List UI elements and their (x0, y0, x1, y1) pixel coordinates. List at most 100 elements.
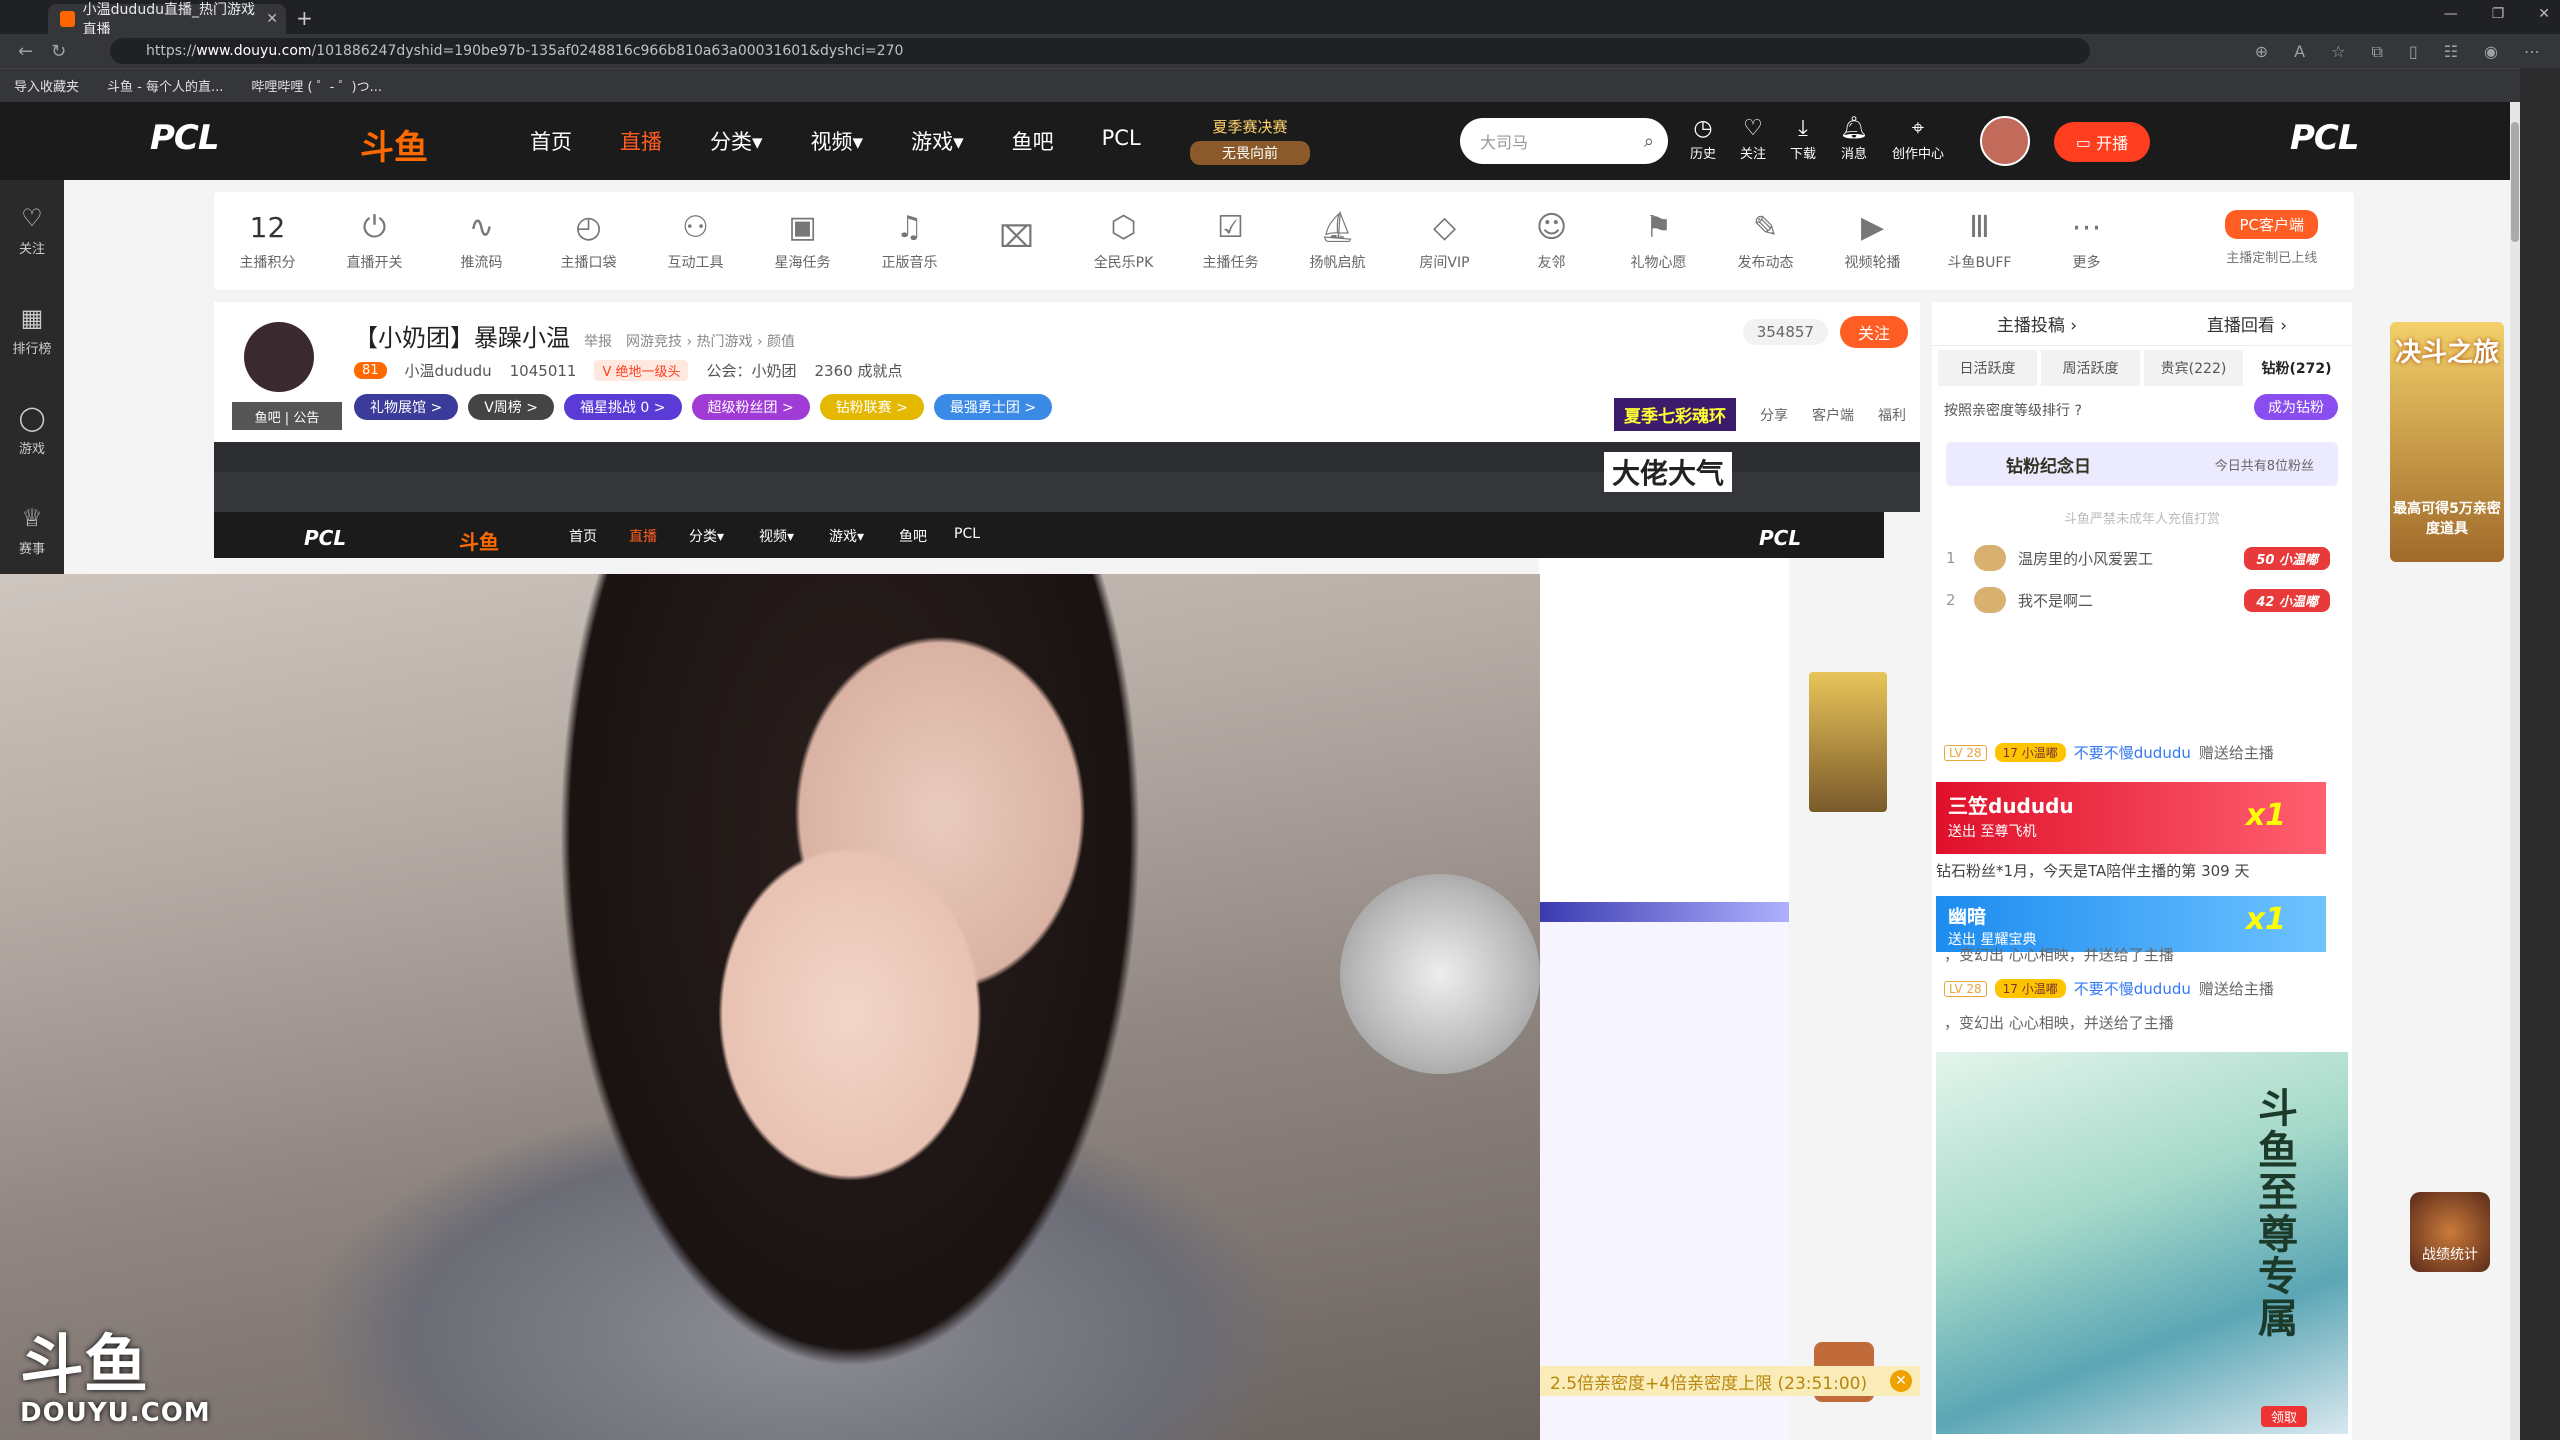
claim-button[interactable]: 领取 (2261, 1406, 2308, 1427)
zoom-icon[interactable]: ⊕ (2255, 42, 2268, 62)
pcl-logo-right[interactable]: PCL (2290, 118, 2360, 158)
url-field[interactable]: https://www.douyu.com/101886247dyshid=19… (110, 38, 2090, 64)
client-button[interactable]: 客户端 (1812, 405, 1854, 425)
tab-anchor-posts[interactable]: 主播投稿 › (1997, 311, 2077, 336)
nav-home[interactable]: 首页 (530, 126, 572, 156)
tool-video-loop[interactable]: ▶ 视频轮播 (1819, 192, 1926, 290)
badge-gift-hall[interactable]: 礼物展馆 > (354, 394, 459, 420)
tool-more[interactable]: ⋯ 更多 (2033, 192, 2140, 290)
sidebar-item-events[interactable]: ♕ 赛事 (0, 480, 64, 580)
tab-close-icon[interactable]: ✕ (266, 11, 278, 27)
seven-color-banner[interactable]: 夏季七彩魂环 (1614, 398, 1736, 431)
bookmark-bilibili[interactable]: 哔哩哔哩 ( ゜- ゜)つ... (251, 76, 382, 95)
nav-yuba[interactable]: 鱼吧 (1012, 126, 1054, 156)
restore-icon[interactable]: ❐ (2492, 6, 2505, 22)
read-aloud-icon[interactable]: A (2294, 42, 2305, 62)
browser-tab[interactable]: 小温dududu直播_热门游戏直播 ✕ (48, 2, 286, 38)
subtab-daily[interactable]: 日活跃度 (1938, 350, 2037, 386)
share-button[interactable]: 分享 (1760, 405, 1788, 425)
reload-icon[interactable]: ↻ (51, 41, 66, 62)
tool-gift[interactable]: ⌧ (963, 192, 1070, 290)
nav-category[interactable]: 分类▾ (710, 126, 763, 156)
anchor-avatar[interactable] (244, 322, 314, 392)
badge-super-fans[interactable]: 超级粉丝团 > (691, 394, 810, 420)
minimize-icon[interactable]: — (2444, 6, 2458, 22)
welfare-button[interactable]: 福利 (1878, 405, 1906, 425)
tool-neighbor[interactable]: ☺ 友邻 (1498, 192, 1605, 290)
user-avatar[interactable] (1980, 116, 2030, 166)
room-category[interactable]: 网游竞技 › 热门游戏 › 颜值 (626, 334, 795, 350)
search-icon[interactable]: ⌕ (1644, 131, 1654, 152)
promo-banner[interactable]: 斗鱼至尊专属 领取 (1936, 1052, 2348, 1434)
collections-icon[interactable]: ☷ (2444, 42, 2458, 62)
nav-video[interactable]: 视频▾ (811, 126, 864, 156)
extensions-icon[interactable]: ⧉ (2371, 42, 2382, 62)
tool-vip[interactable]: ◇ 房间VIP (1391, 192, 1498, 290)
badge-v-week[interactable]: V周榜 > (468, 394, 554, 420)
tool-sail[interactable]: ⛵︎ 扬帆启航 (1284, 192, 1391, 290)
pcl-logo-left[interactable]: PCL (150, 118, 220, 158)
subtab-weekly[interactable]: 周活跃度 (2041, 350, 2140, 386)
duel-journey-banner[interactable]: 决斗之旅 最高可得5万亲密度道具 (2390, 322, 2504, 562)
tool-score[interactable]: 12 主播积分 (214, 192, 321, 290)
subtab-diamond[interactable]: 钻粉(272) (2247, 350, 2346, 386)
tool-pocket[interactable]: ◴ 主播口袋 (535, 192, 642, 290)
favorite-star-icon[interactable]: ☆ (2331, 42, 2345, 62)
chat-nick[interactable]: 不要不慢dududu (2074, 742, 2191, 763)
fish-bar-tag[interactable]: 鱼吧 | 公告 (232, 402, 342, 430)
tool-star-task[interactable]: ▣ 星海任务 (749, 192, 856, 290)
douyu-logo[interactable]: 斗鱼 (360, 120, 428, 169)
diamond-anniversary[interactable]: 钻粉纪念日 今日共有8位粉丝 (1946, 442, 2338, 486)
badge-lucky-challenge[interactable]: 福星挑战 0 > (563, 394, 682, 420)
badge-brave-group[interactable]: 最强勇士团 > (933, 394, 1053, 420)
follow-list-button[interactable]: ♡ 关注 (1740, 116, 1766, 162)
start-broadcast-button[interactable]: ▭ 开播 (2054, 122, 2150, 162)
tool-interact[interactable]: ⚇ 互动工具 (642, 192, 749, 290)
back-icon[interactable]: ← (18, 41, 33, 62)
subtab-vip[interactable]: 贵宾(222) (2144, 350, 2243, 386)
tool-live-switch[interactable]: ⏻ 直播开关 (321, 192, 428, 290)
tool-stream-key[interactable]: ∿ 推流码 (428, 192, 535, 290)
rank-row[interactable]: 2 我不是啊二 42 小温嘟 (1946, 582, 2338, 618)
tool-music[interactable]: ♫ 正版音乐 (856, 192, 963, 290)
tool-post[interactable]: ✎ 发布动态 (1712, 192, 1819, 290)
sidebar-item-follow[interactable]: ♡ 关注 (0, 180, 64, 280)
search-input[interactable]: 大司马 ⌕ (1460, 118, 1668, 164)
profile-icon[interactable]: ◉ (2484, 42, 2498, 62)
report-link[interactable]: 举报 (584, 334, 612, 350)
tab-replay[interactable]: 直播回看 › (2207, 311, 2287, 336)
sidebar-item-game[interactable]: ◯ 游戏 (0, 380, 64, 480)
scroll-thumb[interactable] (2511, 122, 2519, 242)
sidebar-item-rank[interactable]: ▦ 排行榜 (0, 280, 64, 380)
become-diamond-button[interactable]: 成为钻粉 (2254, 394, 2338, 420)
page-scrollbar[interactable] (2510, 102, 2520, 1440)
bookmark-douyu[interactable]: 斗鱼 - 每个人的直... (107, 76, 223, 95)
creator-center-button[interactable]: ⌖ 创作中心 (1892, 116, 1944, 162)
chat-nick[interactable]: 不要不慢dududu (2074, 978, 2191, 999)
split-icon[interactable]: ▯ (2409, 42, 2418, 62)
pc-client[interactable]: PC客户端 主播定制已上线 (2225, 210, 2318, 266)
vip-tag[interactable]: V 绝地一级头 (594, 360, 689, 381)
nav-live[interactable]: 直播 (620, 126, 662, 156)
tool-wish[interactable]: ⚑ 礼物心愿 (1605, 192, 1712, 290)
tool-pk[interactable]: ⬡ 全民乐PK (1070, 192, 1177, 290)
guild-label[interactable]: 公会：小奶团 (706, 360, 796, 381)
tool-anchor-task[interactable]: ☑ 主播任务 (1177, 192, 1284, 290)
pc-client-button[interactable]: PC客户端 (2225, 210, 2318, 239)
anchor-name[interactable]: 小温dududu (405, 360, 492, 381)
tool-buff[interactable]: Ⅲ 斗鱼BUFF (1926, 192, 2033, 290)
bookmark-import[interactable]: 导入收藏夹 (14, 76, 79, 95)
window-close-icon[interactable]: ✕ (2538, 6, 2550, 22)
download-button[interactable]: ⤓ 下载 (1790, 116, 1816, 162)
follow-button[interactable]: 关注 (1839, 316, 1908, 348)
rank-row[interactable]: 1 温房里的小风爱罢工 50 小温嘟 (1946, 540, 2338, 576)
messages-button[interactable]: 🔔︎ 消息 (1840, 116, 1868, 162)
summer-finals-banner[interactable]: 夏季赛决赛 无畏向前 (1190, 116, 1310, 166)
menu-icon[interactable]: ⋯ (2524, 42, 2540, 62)
new-tab-icon[interactable]: + (296, 6, 313, 30)
history-button[interactable]: ◷ 历史 (1690, 116, 1716, 162)
nav-pcl[interactable]: PCL (1102, 126, 1141, 156)
badge-diamond-league[interactable]: 钻粉联赛 > (819, 394, 924, 420)
nav-game[interactable]: 游戏▾ (911, 126, 964, 156)
close-icon[interactable]: ✕ (1890, 1370, 1912, 1392)
